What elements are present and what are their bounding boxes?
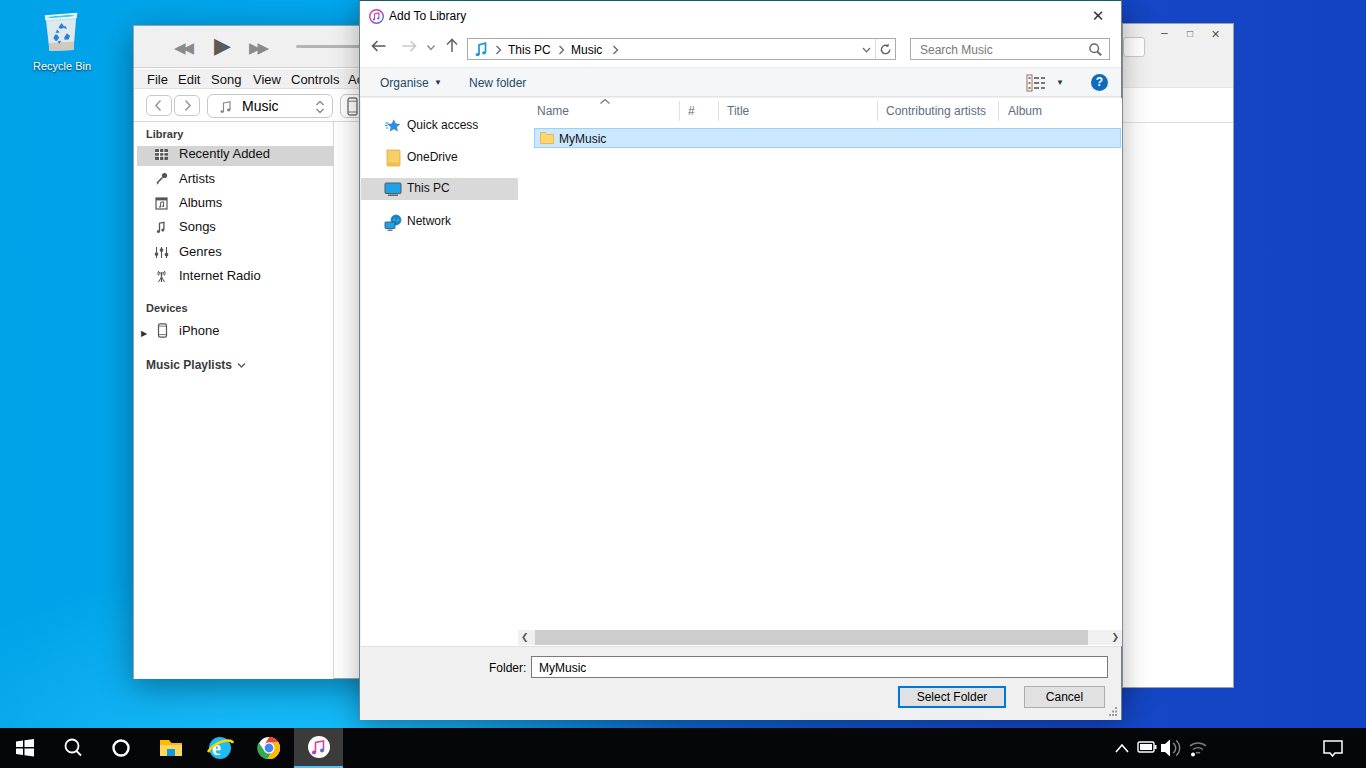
svg-text:e: e <box>212 737 221 759</box>
